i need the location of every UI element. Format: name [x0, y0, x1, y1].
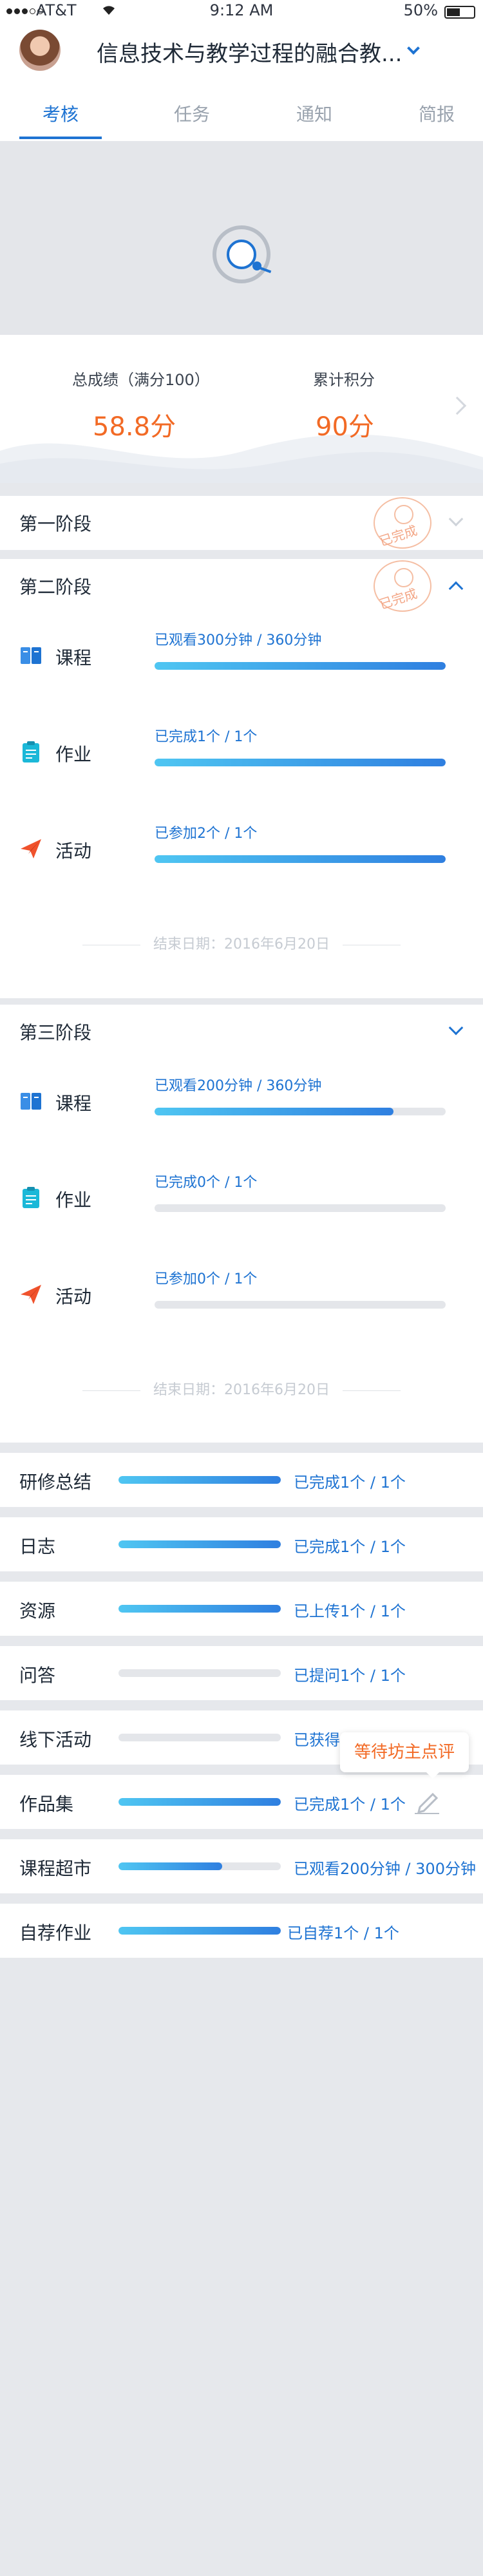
summary-row-self-recommended[interactable]: 自荐作业 已自荐1个 / 1个	[0, 1904, 483, 1958]
progress-hero	[0, 142, 483, 335]
tab-notices[interactable]: 通知	[296, 100, 332, 126]
progress-bar	[118, 1927, 281, 1935]
paper-plane-icon	[21, 839, 41, 858]
summary-row-qa[interactable]: 问答 已提问1个 / 1个	[0, 1646, 483, 1700]
dial-icon	[213, 225, 272, 283]
end-date: 结束日期：2016年6月20日	[0, 1378, 483, 1399]
stage-2-panel: 课程 已观看300分钟 / 360分钟 作业 已完成1个 / 1个 活动 已参加…	[0, 613, 483, 998]
book-icon	[21, 647, 41, 664]
clipboard-icon	[23, 741, 39, 762]
progress-bar	[118, 1734, 281, 1741]
list-item[interactable]: 作业 已完成1个 / 1个	[0, 710, 483, 800]
chevron-down-icon[interactable]	[407, 42, 420, 55]
course-header[interactable]: 信息技术与教学过程的融合教...	[0, 23, 483, 95]
score-card[interactable]: 总成绩（满分100） 58.8分 累计积分 90分	[0, 335, 483, 483]
summary-row-portfolio[interactable]: 作品集 已完成1个 / 1个	[0, 1775, 483, 1829]
points-label: 累计积分	[313, 371, 375, 389]
status-bar: AT&T 9:12 AM 50%	[0, 0, 483, 23]
chevron-up-icon[interactable]	[448, 581, 464, 596]
summary-row-resources[interactable]: 资源 已上传1个 / 1个	[0, 1582, 483, 1636]
chevron-down-icon[interactable]	[448, 1020, 464, 1036]
avatar[interactable]	[19, 30, 61, 71]
pen-icon[interactable]	[412, 1789, 442, 1815]
tab-briefing[interactable]: 简报	[419, 100, 455, 126]
progress-bar	[155, 662, 446, 670]
list-item[interactable]: 活动 已参加0个 / 1个	[0, 1252, 483, 1342]
progress-bar	[118, 1540, 281, 1548]
progress-bar	[155, 1301, 446, 1309]
progress-bar	[118, 1862, 281, 1870]
points-value: 90分	[316, 412, 374, 442]
progress-bar	[155, 759, 446, 766]
book-icon	[21, 1093, 41, 1110]
progress-bar	[118, 1669, 281, 1677]
progress-bar	[118, 1476, 281, 1484]
list-item[interactable]: 作业 已完成0个 / 1个	[0, 1155, 483, 1245]
paper-plane-icon	[21, 1285, 41, 1304]
stage-3-header[interactable]: 第三阶段	[0, 1005, 483, 1059]
completed-stamp: 已完成	[374, 497, 431, 549]
list-item[interactable]: 课程 已观看300分钟 / 360分钟	[0, 613, 483, 703]
course-title[interactable]: 信息技术与教学过程的融合教...	[97, 36, 402, 68]
tab-assessment[interactable]: 考核	[43, 100, 79, 126]
stage-2-header[interactable]: 第二阶段 已完成	[0, 559, 483, 613]
end-date: 结束日期：2016年6月20日	[0, 933, 483, 953]
summary-row-course-market[interactable]: 课程超市 已观看200分钟 / 300分钟	[0, 1839, 483, 1893]
summary-row-report[interactable]: 研修总结 已完成1个 / 1个	[0, 1453, 483, 1507]
progress-bar	[118, 1798, 281, 1806]
chevron-down-icon[interactable]	[448, 511, 464, 527]
active-tab-indicator	[19, 137, 102, 139]
summary-row-journal[interactable]: 日志 已完成1个 / 1个	[0, 1517, 483, 1571]
tab-bar: 考核 任务 通知 简报	[0, 95, 483, 142]
battery-icon	[444, 6, 475, 19]
progress-bar	[155, 1204, 446, 1212]
stage-3-panel: 课程 已观看200分钟 / 360分钟 作业 已完成0个 / 1个 活动 已参加…	[0, 1059, 483, 1443]
stage-1-header[interactable]: 第一阶段 已完成	[0, 496, 483, 550]
progress-bar	[118, 1605, 281, 1613]
list-item[interactable]: 课程 已观看200分钟 / 360分钟	[0, 1059, 483, 1149]
wave-decoration	[0, 434, 483, 483]
stage-title: 第三阶段	[19, 1022, 92, 1043]
tab-tasks[interactable]: 任务	[174, 100, 210, 126]
total-score-label: 总成绩（满分100）	[72, 371, 210, 389]
stage-title: 第二阶段	[19, 576, 92, 598]
completed-stamp: 已完成	[374, 560, 431, 612]
review-pending-tooltip: 等待坊主点评	[340, 1732, 469, 1779]
battery-label: 50%	[403, 1, 438, 19]
list-item[interactable]: 活动 已参加2个 / 1个	[0, 806, 483, 896]
total-score-value: 58.8分	[93, 412, 176, 442]
progress-bar	[155, 855, 446, 863]
stage-title: 第一阶段	[19, 513, 92, 535]
progress-bar	[155, 1108, 446, 1115]
clipboard-icon	[23, 1187, 39, 1208]
